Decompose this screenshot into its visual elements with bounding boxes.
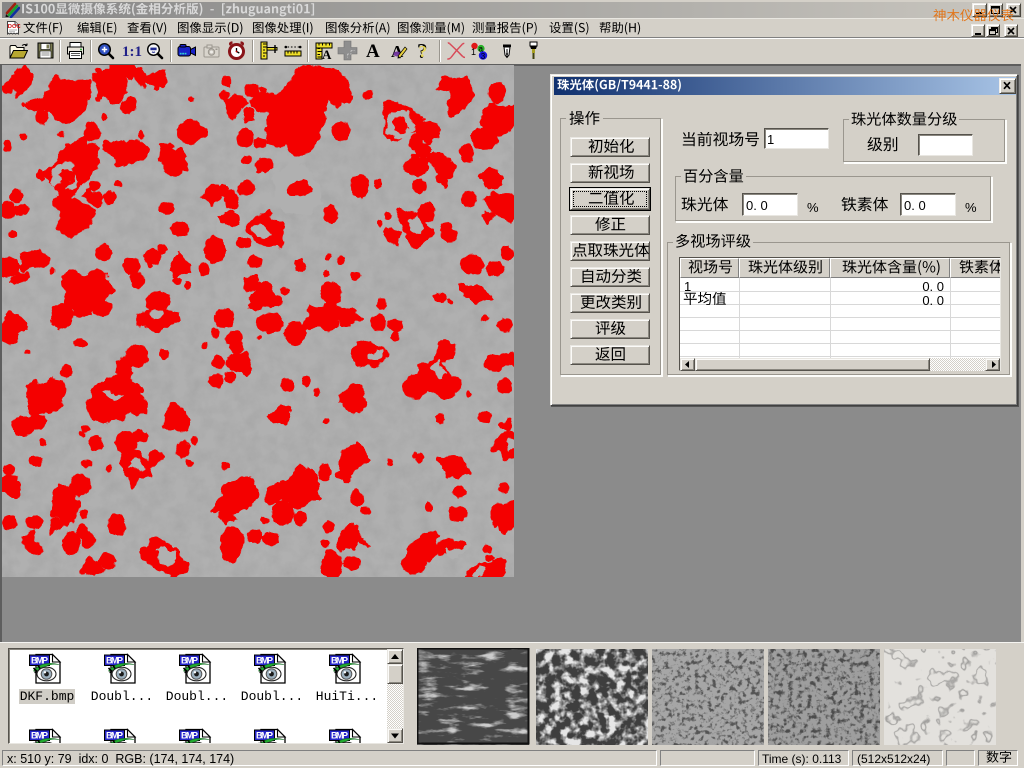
svg-text:3: 3 xyxy=(481,52,486,60)
svg-text:A: A xyxy=(366,42,380,59)
svg-text:A: A xyxy=(322,47,332,60)
svg-text:DOC: DOC xyxy=(8,24,21,30)
svg-text:1:1: 1:1 xyxy=(122,44,142,60)
svg-text:?: ? xyxy=(419,42,428,59)
svg-text:1: 1 xyxy=(471,47,476,57)
